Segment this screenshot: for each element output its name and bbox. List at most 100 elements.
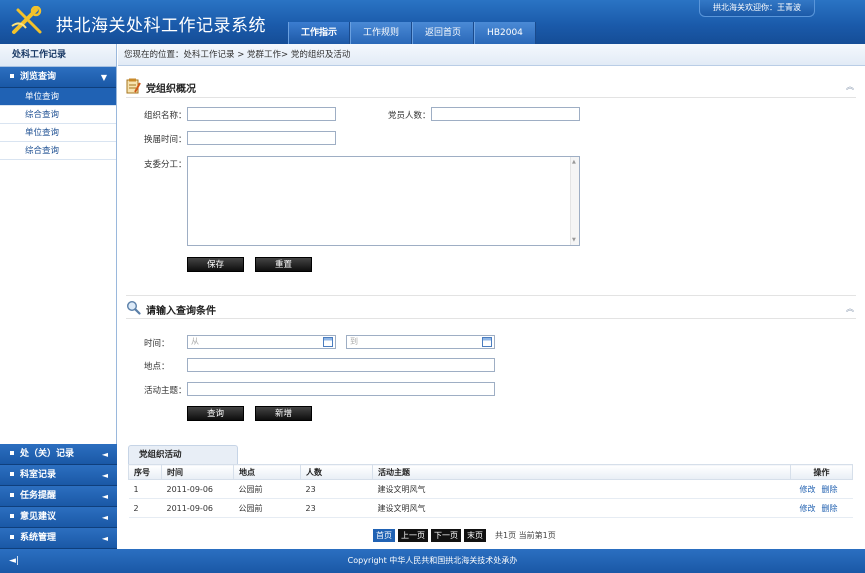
tab-work-instructions[interactable]: 工作指示 (288, 22, 351, 44)
footer: ◄| Copyright 中华人民共和国拱北海关技术处承办 (0, 549, 865, 573)
activities-table: 序号 时间 地点 人数 活动主题 操作 1 2011-09-06 公园前 23 … (128, 464, 853, 518)
pager-info: 共1页 当前第1页 (495, 531, 556, 540)
breadcrumb: 您现在的位置：处科工作记录 > 党群工作> 党的组织及活动 (118, 44, 865, 66)
table-header-row: 序号 时间 地点 人数 活动主题 操作 (128, 464, 853, 480)
col-date: 时间 (161, 464, 234, 480)
scroll-up-icon[interactable]: ▲ (572, 159, 576, 165)
edit-link[interactable]: 修改 (800, 504, 816, 513)
pager: 首页 上一页 下一页 末页 共1页 当前第1页 (373, 529, 556, 542)
cell-place: 公园前 (233, 498, 301, 518)
location-label: 地点： (144, 362, 170, 372)
tab-hb2004[interactable]: HB2004 (474, 22, 536, 44)
delete-link[interactable]: 删除 (822, 504, 838, 513)
time-label: 时间： (144, 339, 170, 349)
query-button[interactable]: 查询 (187, 406, 244, 421)
sidebar-bottom-menus: 处（关）记录 ◄ 科室记录 ◄ 任务提醒 ◄ 意见建议 ◄ 系统管理 ◄ (0, 444, 117, 549)
activities-tab[interactable]: 党组织活动 (128, 445, 238, 464)
pager-last-button[interactable]: 末页 (464, 529, 486, 542)
bullet-icon (10, 513, 14, 518)
org-overview-title: 党组织概况 (146, 84, 196, 95)
member-count-label: 党员人数： (388, 111, 431, 121)
theme-label: 活动主题： (144, 386, 187, 396)
sidebar-item-combined-query[interactable]: 综合查询 (0, 106, 116, 124)
chevron-left-icon: ◄ (101, 492, 108, 501)
bullet-icon (10, 450, 14, 455)
cell-actions: 修改 删除 (790, 498, 853, 518)
table-row: 1 2011-09-06 公园前 23 建设文明风气 修改 删除 (128, 479, 853, 499)
org-name-label: 组织名称： (144, 111, 187, 121)
sidebar-menu-office-records[interactable]: 处（关）记录 ◄ (0, 444, 117, 465)
sidebar-toggle-icon[interactable]: ◄| (9, 549, 19, 573)
col-no: 序号 (128, 464, 162, 480)
pager-next-button[interactable]: 下一页 (431, 529, 461, 542)
time-to-input[interactable]: 到 (346, 335, 495, 349)
sidebar-menu-section-records[interactable]: 科室记录 ◄ (0, 465, 117, 486)
collapse-icon[interactable]: ︽ (846, 81, 854, 92)
org-overview-header: 党组织概况 ︽ (126, 74, 856, 98)
time-to-placeholder: 到 (350, 337, 358, 346)
menu-label: 处（关）记录 (20, 449, 75, 459)
sidebar-menu-browse-query[interactable]: 浏览查询 ▼ (0, 67, 116, 88)
cell-actions: 修改 删除 (790, 479, 853, 499)
sidebar-menu-suggestions[interactable]: 意见建议 ◄ (0, 507, 117, 528)
time-from-placeholder: 从 (191, 337, 199, 346)
division-textarea[interactable]: ▲ ▼ (187, 156, 580, 246)
cell-no: 2 (128, 498, 162, 518)
add-button[interactable]: 新增 (255, 406, 312, 421)
query-header: 请输入查询条件 ︽ (126, 295, 856, 319)
cell-theme: 建设文明风气 (372, 479, 791, 499)
chevron-down-icon: ▼ (100, 73, 107, 82)
sidebar-item-unit-query-2[interactable]: 单位查询 (0, 124, 116, 142)
menu-label: 系统管理 (20, 533, 57, 543)
col-count: 人数 (300, 464, 373, 480)
calendar-icon[interactable] (323, 337, 333, 347)
time-from-input[interactable]: 从 (187, 335, 336, 349)
edit-link[interactable]: 修改 (800, 485, 816, 494)
notepad-icon (126, 78, 141, 94)
copyright: Copyright 中华人民共和国拱北海关技术处承办 (347, 556, 518, 565)
tab-work-rules[interactable]: 工作规则 (350, 22, 413, 44)
collapse-icon[interactable]: ︽ (846, 303, 854, 314)
sidebar: 处科工作记录 浏览查询 ▼ 单位查询 综合查询 单位查询 综合查询 处（关）记录… (0, 44, 117, 549)
sidebar-item-combined-query-2[interactable]: 综合查询 (0, 142, 116, 160)
member-count-input[interactable] (431, 107, 580, 121)
main-content: 党组织概况 ︽ 组织名称： 党员人数： 换届时间： 支委分工： ▲ ▼ 保存 重… (118, 66, 865, 549)
app-title: 拱北海关处科工作记录系统 (56, 16, 266, 36)
col-actions: 操作 (790, 464, 853, 480)
chevron-left-icon: ◄ (101, 450, 108, 459)
menu-label: 浏览查询 (20, 72, 57, 82)
menu-label: 科室记录 (20, 470, 57, 480)
welcome-message: 拱北海关欢迎你：王青波 (699, 0, 815, 17)
calendar-icon[interactable] (482, 337, 492, 347)
scroll-down-icon[interactable]: ▼ (572, 237, 576, 243)
tab-home[interactable]: 返回首页 (412, 22, 475, 44)
chevron-left-icon: ◄ (101, 534, 108, 543)
header-bar: 拱北海关处科工作记录系统 工作指示 工作规则 返回首页 HB2004 拱北海关欢… (0, 0, 865, 44)
delete-link[interactable]: 删除 (822, 485, 838, 494)
customs-emblem-icon (11, 6, 42, 34)
term-time-input[interactable] (187, 131, 336, 145)
bullet-icon (10, 471, 14, 476)
save-button[interactable]: 保存 (187, 257, 244, 272)
activities-panel: 党组织活动 序号 时间 地点 人数 活动主题 操作 1 2011-09-06 公… (128, 445, 853, 549)
term-time-label: 换届时间： (144, 135, 187, 145)
bullet-icon (10, 73, 14, 78)
table-row: 2 2011-09-06 公园前 23 建设文明风气 修改 删除 (128, 498, 853, 518)
sidebar-menu-task-reminders[interactable]: 任务提醒 ◄ (0, 486, 117, 507)
sidebar-menu-system-admin[interactable]: 系统管理 ◄ (0, 528, 117, 549)
bullet-icon (10, 492, 14, 497)
cell-theme: 建设文明风气 (372, 498, 791, 518)
reset-button[interactable]: 重置 (255, 257, 312, 272)
scrollbar[interactable]: ▲ ▼ (570, 157, 579, 245)
pager-first-button[interactable]: 首页 (373, 529, 395, 542)
sidebar-item-unit-query[interactable]: 单位查询 (0, 88, 116, 106)
division-label: 支委分工： (144, 160, 187, 170)
menu-label: 任务提醒 (20, 491, 57, 501)
pager-prev-button[interactable]: 上一页 (398, 529, 428, 542)
theme-input[interactable] (187, 382, 495, 396)
location-input[interactable] (187, 358, 495, 372)
org-name-input[interactable] (187, 107, 336, 121)
cell-date: 2011-09-06 (161, 498, 234, 518)
cell-place: 公园前 (233, 479, 301, 499)
bullet-icon (10, 534, 14, 539)
